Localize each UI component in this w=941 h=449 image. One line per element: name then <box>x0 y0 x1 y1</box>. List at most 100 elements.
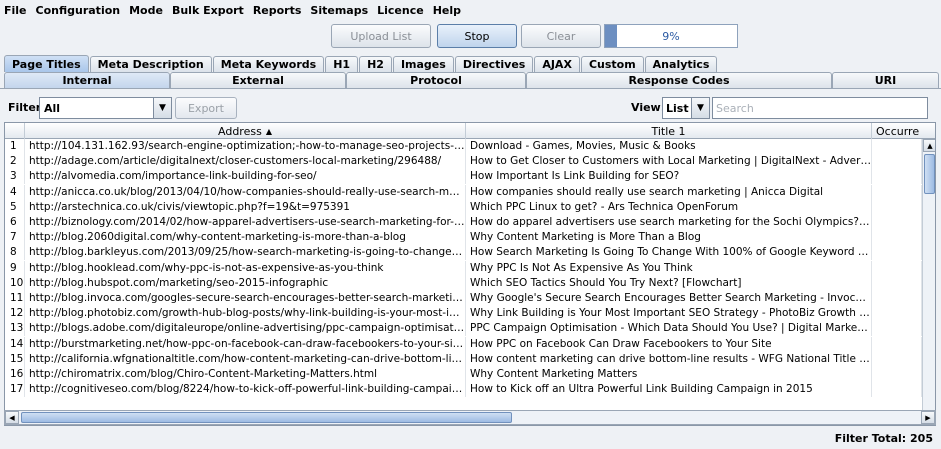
column-header-title-1[interactable]: Title 1 <box>466 123 872 139</box>
cell-index: 16 <box>5 367 25 382</box>
stop-button[interactable]: Stop <box>437 24 517 48</box>
tab-h2[interactable]: H2 <box>359 56 392 72</box>
scroll-right-icon[interactable]: ▶ <box>921 411 935 424</box>
progress-text: 9% <box>662 29 680 43</box>
cell-address: http://burstmarketing.net/how-ppc-on-fac… <box>25 336 466 352</box>
menu-sitemaps[interactable]: Sitemaps <box>310 4 368 17</box>
tab-internal[interactable]: Internal <box>4 72 170 88</box>
search-input[interactable] <box>712 97 928 119</box>
tab-directives[interactable]: Directives <box>454 56 534 72</box>
cell-title-1: How companies should really use search m… <box>466 184 872 200</box>
table-row[interactable]: 3 http://alvomedia.com/importance-link-bu… <box>5 169 922 185</box>
tab-images[interactable]: Images <box>392 56 454 72</box>
cell-index: 13 <box>5 321 25 337</box>
table-row[interactable]: 4 http://anicca.co.uk/blog/2013/04/10/how… <box>5 184 922 200</box>
menu-bulk-export[interactable]: Bulk Export <box>172 4 244 17</box>
view-dropdown[interactable]: List ▼ <box>662 97 710 119</box>
tab-uri[interactable]: URI <box>832 72 939 88</box>
cell-address: http://chiromatrix.com/blog/Chiro-Conten… <box>25 367 466 382</box>
menu-help[interactable]: Help <box>433 4 461 17</box>
cell-occurrences <box>872 260 922 276</box>
table-row[interactable]: 10 http://blog.hubspot.com/marketing/seo-… <box>5 275 922 291</box>
cell-title-1: How content marketing can drive bottom-l… <box>466 351 872 367</box>
table-row[interactable]: 9 http://blog.hooklead.com/why-ppc-is-not… <box>5 260 922 276</box>
clear-button[interactable]: Clear <box>521 24 601 48</box>
table-row[interactable]: 13 http://blogs.adobe.com/digitaleurope/o… <box>5 321 922 337</box>
cell-occurrences <box>872 215 922 230</box>
horizontal-scroll-thumb[interactable] <box>21 412 512 423</box>
cell-title-1: How Important Is Link Building for SEO? <box>466 169 872 185</box>
tab-meta-description[interactable]: Meta Description <box>89 56 212 72</box>
table-row[interactable]: 1 http://104.131.162.93/search-engine-opt… <box>5 139 922 154</box>
cell-occurrences <box>872 382 922 398</box>
filter-value: All <box>44 101 61 115</box>
tab-response-codes[interactable]: Response Codes <box>526 72 832 88</box>
menu-reports[interactable]: Reports <box>253 4 302 17</box>
column-header-address-label: Address <box>218 124 262 138</box>
export-button[interactable]: Export <box>175 97 237 119</box>
table-row[interactable]: 6 http://biznology.com/2014/02/how-appare… <box>5 215 922 230</box>
tab-protocol[interactable]: Protocol <box>346 72 526 88</box>
scroll-up-icon[interactable]: ▲ <box>923 139 935 152</box>
filter-total: Filter Total: 205 <box>835 432 933 445</box>
menu-licence[interactable]: Licence <box>377 4 424 17</box>
view-label: View: <box>631 101 666 114</box>
table-row[interactable]: 12 http://blog.photobiz.com/growth-hub-bl… <box>5 306 922 322</box>
cell-index: 8 <box>5 245 25 261</box>
menu-file[interactable]: File <box>4 4 27 17</box>
cell-title-1: Why Link Building is Your Most Important… <box>466 306 872 322</box>
tab-h1[interactable]: H1 <box>325 56 359 72</box>
tab-ajax[interactable]: AJAX <box>534 56 580 72</box>
cell-title-1: How PPC on Facebook Can Draw Facebookers… <box>466 336 872 352</box>
menu-mode[interactable]: Mode <box>129 4 163 17</box>
filter-total-label: Filter Total: <box>834 432 907 445</box>
tab-meta-keywords[interactable]: Meta Keywords <box>212 56 325 72</box>
tab-page-titles[interactable]: Page Titles <box>4 55 89 72</box>
cell-occurrences <box>872 230 922 246</box>
tab-custom[interactable]: Custom <box>580 56 644 72</box>
cell-title-1: How Search Marketing Is Going To Change … <box>466 245 872 261</box>
table-row[interactable]: 5 http://arstechnica.co.uk/civis/viewtopi… <box>5 199 922 215</box>
table-row[interactable]: 14 http://burstmarketing.net/how-ppc-on-f… <box>5 336 922 352</box>
cell-index: 7 <box>5 230 25 246</box>
view-value: List <box>666 101 689 115</box>
cell-occurrences <box>872 367 922 382</box>
cell-address: http://adage.com/article/digitalnext/clo… <box>25 154 466 170</box>
cell-index: 15 <box>5 351 25 367</box>
vertical-scroll-thumb[interactable] <box>924 154 935 194</box>
chevron-down-icon[interactable]: ▼ <box>153 98 171 118</box>
horizontal-scrollbar[interactable]: ◀ ▶ <box>4 410 936 425</box>
column-header-occurrences[interactable]: Occurre <box>872 123 935 139</box>
table-row[interactable]: 17 http://cognitiveseo.com/blog/8224/how-… <box>5 382 922 398</box>
scroll-left-icon[interactable]: ◀ <box>5 411 19 424</box>
cell-occurrences <box>872 169 922 185</box>
table-row[interactable]: 11 http://blog.invoca.com/googles-secure-… <box>5 291 922 306</box>
cell-address: http://alvomedia.com/importance-link-bui… <box>25 169 466 185</box>
menu-configuration[interactable]: Configuration <box>36 4 121 17</box>
cell-index: 4 <box>5 184 25 200</box>
cell-occurrences <box>872 199 922 215</box>
table-row[interactable]: 8 http://blog.barkleyus.com/2013/09/25/ho… <box>5 245 922 261</box>
column-header-address[interactable]: Address ▲ <box>25 123 466 139</box>
filter-dropdown[interactable]: All ▼ <box>39 97 172 119</box>
cell-title-1: Why Google's Secure Search Encourages Be… <box>466 291 872 306</box>
cell-address: http://blog.2060digital.com/why-content-… <box>25 230 466 246</box>
upload-list-button[interactable]: Upload List <box>331 24 431 48</box>
tab-external[interactable]: External <box>170 72 346 88</box>
cell-title-1: Which SEO Tactics Should You Try Next? [… <box>466 275 872 291</box>
table-row[interactable]: 2 http://adage.com/article/digitalnext/cl… <box>5 154 922 170</box>
table-row[interactable]: 15 http://california.wfgnationaltitle.com… <box>5 351 922 367</box>
filter-bar: Filter: All ▼ Export View: List ▼ <box>0 88 941 122</box>
table-row[interactable]: 7 http://blog.2060digital.com/why-content… <box>5 230 922 246</box>
table-row[interactable]: 16 http://chiromatrix.com/blog/Chiro-Cont… <box>5 367 922 382</box>
cell-index: 14 <box>5 336 25 352</box>
cell-index: 5 <box>5 199 25 215</box>
chevron-down-icon[interactable]: ▼ <box>691 98 709 118</box>
column-header-index[interactable] <box>5 123 25 139</box>
vertical-scrollbar[interactable]: ▲ <box>922 139 935 411</box>
tab-analytics[interactable]: Analytics <box>644 56 718 72</box>
cell-occurrences <box>872 184 922 200</box>
cell-occurrences <box>872 139 922 154</box>
cell-address: http://blog.invoca.com/googles-secure-se… <box>25 291 466 306</box>
cell-occurrences <box>872 336 922 352</box>
